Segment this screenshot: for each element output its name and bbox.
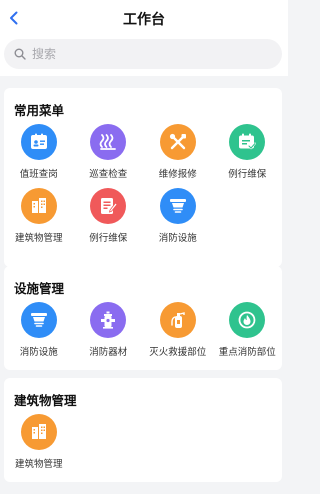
menu-item-building-management[interactable]: 建筑物管理 — [4, 414, 74, 470]
tools-icon — [159, 124, 196, 160]
menu-item-label: 消防器材 — [89, 347, 128, 358]
hydrant-icon — [90, 302, 127, 338]
menu-item-repair-report[interactable]: 维修报修 — [143, 124, 213, 180]
search-bar[interactable] — [4, 39, 282, 69]
extinguisher-icon — [159, 302, 196, 338]
section-title: 建筑物管理 — [14, 393, 77, 408]
menu-item-fire-facilities[interactable]: 消防设施 — [4, 302, 74, 358]
id-card-icon — [20, 124, 57, 160]
menu-item-fire-rescue-area[interactable]: 灭火救援部位 — [143, 302, 213, 358]
menu-item-duty-check[interactable]: 值班查岗 — [4, 124, 74, 180]
report-icon — [90, 188, 127, 224]
menu-item-label: 建筑物管理 — [14, 233, 63, 244]
menu-item-label: 巡查检查 — [89, 169, 128, 180]
section-title: 常用菜单 — [14, 103, 65, 118]
menu-item-label: 灭火救援部位 — [149, 347, 207, 358]
building-grid: 建筑物管理 — [4, 414, 282, 470]
search-area — [0, 36, 288, 76]
calendar-check-icon — [229, 124, 266, 160]
menu-item-label: 值班查岗 — [19, 169, 58, 180]
facility-grid: 消防设施 消防器材 灭火救援部位 重点消防部位 — [4, 302, 282, 358]
menu-item-label: 消防设施 — [19, 347, 58, 358]
menu-item-label: 建筑物管理 — [14, 459, 63, 470]
menu-item-patrol-inspection[interactable]: 巡查检查 — [74, 124, 144, 180]
building-icon — [20, 414, 57, 450]
search-icon — [14, 48, 26, 60]
menu-item-label: 例行维保 — [228, 169, 267, 180]
menu-item-routine-maintenance-2[interactable]: 例行维保 — [74, 188, 144, 244]
menu-item-routine-maintenance[interactable]: 例行维保 — [213, 124, 283, 180]
section-facility-management: 设施管理 消防设施 消防器材 灭火救援部位 重点消防部位 — [4, 266, 282, 370]
page-title: 工作台 — [123, 12, 165, 28]
flame-icon — [229, 302, 266, 338]
menu-grid: 值班查岗 巡查检查 维修报修 例行维保 建筑物管理 例行维保 消防设施 — [4, 124, 282, 244]
smoke-detector-icon — [159, 188, 196, 224]
patrol-waves-icon — [90, 124, 127, 160]
search-input[interactable] — [32, 47, 252, 61]
menu-item-building-management[interactable]: 建筑物管理 — [4, 188, 74, 244]
section-common-menu: 常用菜单 值班查岗 巡查检查 维修报修 例行维保 建筑物管理 例行维保 消防设施 — [4, 88, 282, 267]
section-building-management: 建筑物管理 建筑物管理 — [4, 378, 282, 482]
building-icon — [20, 188, 57, 224]
menu-item-fire-equipment[interactable]: 消防器材 — [74, 302, 144, 358]
menu-item-key-fire-area[interactable]: 重点消防部位 — [213, 302, 283, 358]
top-bar: 工作台 — [0, 0, 288, 36]
smoke-detector-icon — [20, 302, 57, 338]
menu-item-label: 消防设施 — [158, 233, 197, 244]
menu-item-label: 例行维保 — [89, 233, 128, 244]
menu-item-label: 维修报修 — [158, 169, 197, 180]
menu-item-label: 重点消防部位 — [218, 347, 276, 358]
menu-item-fire-facilities[interactable]: 消防设施 — [143, 188, 213, 244]
section-title: 设施管理 — [14, 281, 65, 296]
